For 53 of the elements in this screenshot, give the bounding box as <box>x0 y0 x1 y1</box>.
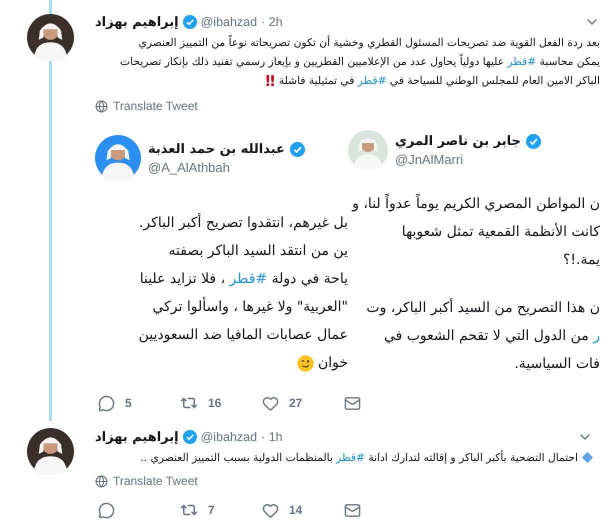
avatar <box>348 130 388 170</box>
retweet-count: 16 <box>208 396 222 410</box>
tweet-text: عمال عصابات المافيا ضد السعوديين <box>138 327 348 343</box>
avatar <box>27 14 74 61</box>
author-name: إبراهيم بهزاد <box>95 14 179 30</box>
tweet-text: احتمال التضحية بأكبر الباكر و إقالته لتدارك ادانة #قطر بالمنظمات الدولية بسبب التمييز العنصري .. <box>140 451 578 464</box>
author-name: إبراهيم بهزاد <box>95 430 179 444</box>
like-icon[interactable] <box>262 394 279 412</box>
tweet-text: ن المواطن المصري الكريم يوماً عدواً لنا، و <box>352 196 600 212</box>
author-handle: @JnAlMarri <box>395 152 464 166</box>
tweet-text: كانت الأنظمة القمعية تمثل شعوبها <box>402 224 600 240</box>
globe-icon <box>95 100 108 112</box>
tweet-time: · 1h <box>261 430 283 444</box>
reply-count: 5 <box>125 396 132 410</box>
avatar <box>95 135 141 181</box>
hashtag-link[interactable]: ر <box>593 328 600 344</box>
author-handle: @ibahzad <box>200 430 258 444</box>
reply-icon[interactable] <box>98 394 115 412</box>
tweet-text: ن هذا التصريح من السيد أكبر الباكر، وت <box>366 300 600 316</box>
tweet-text: خوان <box>318 355 348 371</box>
like-count: 14 <box>289 503 302 517</box>
like-count: 27 <box>289 396 302 410</box>
hashtag-link[interactable]: #قطر <box>230 271 268 287</box>
reply-icon[interactable] <box>98 502 115 518</box>
double-exclamation-emoji: ‼ <box>265 72 275 90</box>
message-icon[interactable] <box>344 394 361 412</box>
tweet-text: فات السياسية. <box>514 356 600 372</box>
winking-face-icon <box>296 354 314 372</box>
message-icon[interactable] <box>344 502 361 518</box>
retweet-count: 7 <box>208 503 215 517</box>
hashtag-link[interactable]: #قطر <box>358 74 387 87</box>
tweet-time: · 2h <box>261 15 283 29</box>
diamond-icon <box>582 452 593 463</box>
globe-icon <box>95 474 108 488</box>
tweet-text: ياحة في دولة #قطر ، فلا تزايد علينا <box>140 271 348 287</box>
author-name: عبدالله بن حمد العذبة <box>148 142 285 156</box>
tweet-text: "العربية" ولا غيرها ، واسألوا تركي <box>152 299 348 315</box>
like-icon[interactable] <box>262 502 279 518</box>
tweet-text: بل غيرهم، انتقدوا تصريح أكبر الباكر. <box>138 215 348 231</box>
author-handle: @A_AlAthbah <box>148 160 231 174</box>
author-handle: @ibahzad <box>200 15 258 29</box>
translate-link[interactable]: Translate Tweet <box>113 99 198 113</box>
avatar <box>27 428 74 475</box>
tweet-text: بعد ردة الفعل القوية ضد تصريحات المسئول القطري وخشية أن تكون تصريحاته نوعاً من التمييز العنصري <box>138 36 600 49</box>
hashtag-link[interactable]: #قطر <box>336 451 365 464</box>
author-name: جابر بن ناصر المري <box>395 134 521 148</box>
tweet-text: ين من انتقد السيد الباكر بصفته <box>168 243 348 259</box>
translate-link[interactable]: Translate Tweet <box>113 474 198 488</box>
hashtag-link[interactable]: #قطر <box>507 55 536 68</box>
tweet-text: يمكن محاسبة #قطر عليها دولياً يحاول عدد من الإعلاميين القطريين و بإيعاز رسمي تفنيد ذلك بإنكار تصريحات <box>120 55 600 68</box>
tweet-text: الباكر الامين العام للمجلس الوطني للسياحة في #قطر في تمثيلية فاشلة <box>278 74 600 87</box>
tweet-text: ر من الدول التي لا تقحم الشعوب في <box>384 328 600 344</box>
tweet-text: يمة.!؟ <box>563 252 600 268</box>
